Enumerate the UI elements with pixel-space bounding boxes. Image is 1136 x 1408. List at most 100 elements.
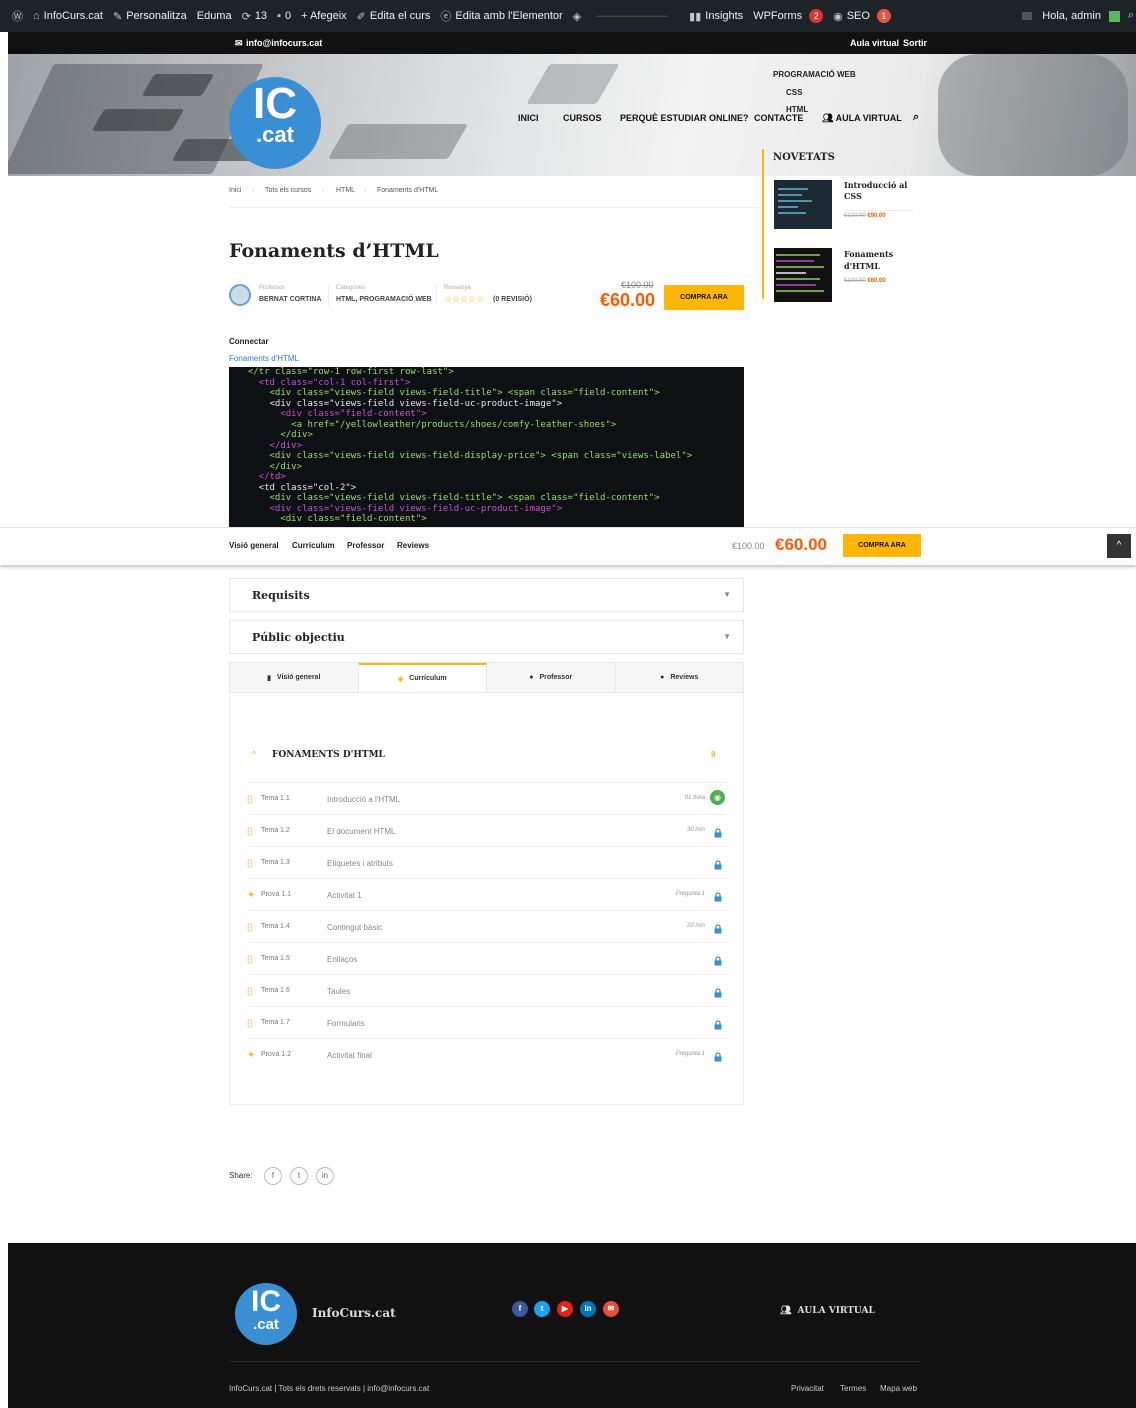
buy-button[interactable]: COMPRA ARA <box>664 285 744 310</box>
avatar[interactable] <box>229 284 251 306</box>
breadcrumb-category[interactable]: HTML <box>336 187 355 194</box>
twitter-icon[interactable]: t <box>534 1301 550 1317</box>
admin-insights-link[interactable]: ▮▮ Insights <box>689 10 743 23</box>
code-line: <td class="col-1 col-first"> <box>237 377 411 388</box>
lesson-type: Tema 1.2 <box>261 827 290 834</box>
sticky-tab-reviews[interactable]: Reviews <box>397 541 429 550</box>
tab-overview[interactable]: ▮ Visió general <box>230 663 359 692</box>
admin-wpforms-link[interactable]: WPForms 2 <box>753 9 824 23</box>
section-title[interactable]: FONAMENTS D'HTML <box>272 750 385 760</box>
admin-customize-link[interactable]: ✎ Personalitza <box>113 10 187 23</box>
lesson-row[interactable]: ▯ Tema 1.2 El document HTML 30 min <box>247 814 727 846</box>
code-line: <div class="views-field views-field-titl… <box>237 388 660 398</box>
admin-account[interactable]: Hola, admin <box>1022 10 1120 22</box>
sticky-tab-curriculum[interactable]: Currículum <box>292 541 335 550</box>
admin-search-field[interactable] <box>597 15 668 17</box>
admin-updates-link[interactable]: ⟳ 13 <box>242 10 267 23</box>
footer-copyright: InfoCurs.cat | Tots els drets reservats … <box>229 1384 430 1393</box>
lesson-type: Tema 1.1 <box>261 795 290 802</box>
categories-value[interactable]: HTML, PROGRAMACIÓ WEB <box>336 296 432 303</box>
site-logo[interactable]: IC .cat <box>229 77 321 169</box>
lesson-name: Introducció a l'HTML <box>327 795 401 804</box>
back-to-top-button[interactable]: ^ <box>1107 534 1131 558</box>
avatar <box>1109 10 1120 22</box>
breadcrumb-separator: › <box>252 187 255 194</box>
linkedin-icon[interactable]: in <box>316 1167 334 1185</box>
dropdown-html[interactable]: HTML <box>786 105 808 114</box>
breadcrumb-home[interactable]: Inici <box>229 187 241 194</box>
review-stars: ☆☆☆☆☆ <box>444 294 485 304</box>
nav-why[interactable]: PERQUÈ ESTUDIAR ONLINE? <box>620 113 749 123</box>
footer-link-privacy[interactable]: Privacitat <box>791 1384 824 1393</box>
sidebar-item-thumb[interactable] <box>774 180 832 229</box>
dropdown-css[interactable]: CSS <box>786 88 802 97</box>
accordion-requirements[interactable]: Requisits ▼ <box>229 578 744 612</box>
wordpress-logo-icon[interactable]: Ⓦ <box>12 8 23 24</box>
chevron-down-icon: ▼ <box>723 632 731 641</box>
lesson-row[interactable]: ▯ Tema 1.7 Formularis <box>247 1006 727 1038</box>
code-line: </div> <box>237 440 303 451</box>
dropdown-group[interactable]: PROGRAMACIÓ WEB <box>773 70 856 79</box>
sticky-buy-button[interactable]: COMPRA ARA <box>843 534 921 557</box>
footer-logo[interactable]: IC .cat <box>235 1283 297 1345</box>
lesson-row[interactable]: ▯ Tema 1.1 Introducció a l'HTML 01 hora ◉ <box>247 782 727 814</box>
admin-seo-link[interactable]: ◉ SEO 1 <box>833 9 891 23</box>
admin-elementor-link[interactable]: ⓔ Edita amb l'Elementor ◈ <box>440 8 581 24</box>
code-line: </div> <box>237 461 303 472</box>
tab-reviews[interactable]: ● Reviews <box>616 663 744 692</box>
topbar-logout-link[interactable]: Sortir <box>903 38 927 48</box>
admin-site-link[interactable]: ⌂ InfoCurs.cat <box>33 10 103 22</box>
footer-virtual-link[interactable]: 👥︎ AULA VIRTUAL <box>780 1306 875 1316</box>
admin-theme-link[interactable]: Eduma <box>197 10 232 22</box>
sidebar-item-title[interactable]: Fonaments d'HTML <box>844 248 914 272</box>
admin-comments-link[interactable]: ▪ 0 <box>277 10 291 22</box>
chevron-up-icon[interactable]: ^ <box>252 749 256 759</box>
lock-icon <box>713 985 723 998</box>
teacher-name[interactable]: BERNAT CORTINA <box>259 296 321 303</box>
topbar-virtual-link[interactable]: Aula virtual <box>850 38 899 48</box>
accordion-audience[interactable]: Públic objectiu ▼ <box>229 620 744 654</box>
linkedin-icon[interactable]: in <box>580 1301 596 1317</box>
mail-icon[interactable]: ✉ <box>603 1301 619 1317</box>
breadcrumb-all[interactable]: Tots els cursos <box>265 187 311 194</box>
lesson-row[interactable]: ✦ Prova 1.1 Activitat 1 Pregunta 1 <box>247 878 727 910</box>
breadcrumb-current: Fonaments d'HTML <box>377 187 439 194</box>
sidebar-item-thumb[interactable] <box>774 248 832 302</box>
twitter-icon[interactable]: t <box>290 1167 308 1185</box>
document-icon: ▯ <box>247 986 253 997</box>
puzzle-icon: ✦ <box>247 890 256 901</box>
footer-link-sitemap[interactable]: Mapa web <box>880 1384 917 1393</box>
tab-curriculum[interactable]: ◈ Currículum <box>358 663 487 692</box>
courses-dropdown: PROGRAMACIÓ WEB CSS HTML NOVETATS Introd… <box>762 54 922 304</box>
sidebar-item-title[interactable]: Introducció al CSS <box>844 180 914 202</box>
document-icon: ▯ <box>247 954 253 965</box>
tab-instructor[interactable]: ● Professor <box>487 663 616 692</box>
lesson-row[interactable]: ▯ Tema 1.5 Enllaços <box>247 942 727 974</box>
facebook-icon[interactable]: f <box>512 1301 528 1317</box>
footer-link-terms[interactable]: Termes <box>840 1384 866 1393</box>
youtube-icon[interactable]: ▶ <box>557 1301 573 1317</box>
lesson-row[interactable]: ▯ Tema 1.4 Contingut bàsic 20 min <box>247 910 727 942</box>
nav-courses[interactable]: CURSOS <box>563 113 602 123</box>
lesson-row[interactable]: ▯ Tema 1.6 Taules <box>247 974 727 1006</box>
sticky-tab-instructor[interactable]: Professor <box>347 541 384 550</box>
admin-edit-course-link[interactable]: ✐ Edita el curs <box>357 10 431 23</box>
facebook-icon[interactable]: f <box>264 1167 282 1185</box>
admin-add-link[interactable]: + Afegeix <box>301 10 347 22</box>
nav-home[interactable]: INICI <box>518 113 539 123</box>
lesson-type: Tema 1.5 <box>261 955 290 962</box>
site-footer: IC .cat InfoCurs.cat f t ▶ in ✉ 👥︎ AULA V… <box>8 1243 1136 1408</box>
sticky-tab-overview[interactable]: Visió general <box>229 541 279 550</box>
chevron-up-icon: ^ <box>1116 540 1122 551</box>
lesson-name: Activitat 1 <box>327 891 362 900</box>
lesson-row[interactable]: ✦ Prova 1.2 Activitat final Pregunta 1 <box>247 1038 727 1070</box>
preview-icon[interactable]: ◉ <box>710 790 725 805</box>
search-icon[interactable]: ⌕ <box>1128 9 1134 22</box>
lesson-row[interactable]: ▯ Tema 1.3 Etiquetes i atributs <box>247 846 727 878</box>
course-tabs: ▮ Visió general ◈ Currículum ● Professor ● R… <box>229 662 744 693</box>
topbar-email[interactable]: info@infocurs.cat <box>246 38 322 48</box>
connect-link[interactable]: Fonaments d'HTML <box>229 354 299 363</box>
price: €60.00 <box>600 290 656 310</box>
lesson-name: El document HTML <box>327 827 396 836</box>
lesson-name: Formularis <box>327 1019 365 1028</box>
